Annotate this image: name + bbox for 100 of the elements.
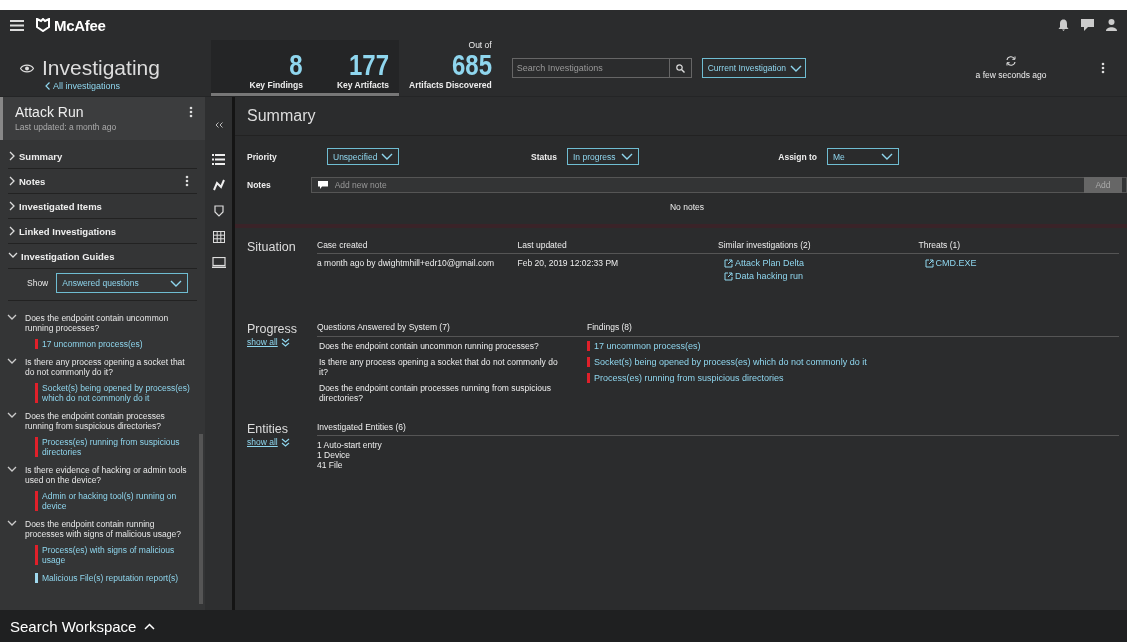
note-icon: [317, 181, 328, 189]
external-link-icon: [724, 258, 733, 268]
column-heading: Last updated: [517, 240, 718, 254]
finding-link[interactable]: 17 uncommon process(es): [594, 341, 701, 351]
field-label: Notes: [247, 180, 271, 190]
show-label: Show: [27, 278, 49, 288]
last-updated: Last updated: a month ago: [15, 122, 117, 132]
section-header[interactable]: Investigated Items: [8, 194, 197, 219]
more-icon[interactable]: [185, 175, 189, 187]
entity-count: 41 File: [317, 460, 344, 470]
search-workspace-label[interactable]: Search Workspace: [10, 617, 137, 635]
field-dropdown[interactable]: Unspecified: [327, 148, 399, 165]
investigation-title: Attack Run: [15, 104, 85, 120]
guide-question: Does the endpoint contain running processes with signs of malicious usage?: [25, 519, 182, 539]
chevron-left-icon: [45, 82, 50, 90]
guide-question: Does the endpoint contain uncommon running processes?: [25, 313, 170, 333]
column-heading: Findings (8): [587, 322, 1119, 337]
page-title: Investigating: [42, 56, 160, 80]
scope-dropdown[interactable]: Current Investigation: [701, 58, 806, 78]
section-label: Entities: [247, 422, 289, 436]
eye-icon: [20, 63, 34, 73]
section-header[interactable]: Investigation Guides: [8, 244, 197, 269]
menu-icon[interactable]: [10, 19, 24, 31]
finding-link[interactable]: Process(es) with signs of malicious usage: [42, 545, 195, 565]
guide-question: Is there evidence of hacking or admin tools used on the device?: [25, 465, 188, 485]
collapse-icon[interactable]: [214, 122, 223, 128]
logo-text: McAfee: [54, 16, 106, 34]
guide-question: Does the endpoint contain processes running from suspicious directories?: [25, 411, 166, 431]
show-all-link[interactable]: show all: [247, 337, 317, 347]
column-heading: Similar investigations (2): [718, 240, 919, 254]
finding-link[interactable]: Process(es) running from suspicious directories: [42, 437, 195, 457]
filter-dropdown[interactable]: Answered questions: [56, 273, 189, 293]
graph-icon[interactable]: [212, 179, 225, 191]
chat-icon[interactable]: [1081, 19, 1094, 31]
column-heading: Case created: [317, 240, 518, 254]
column-heading: Investigated Entities (6): [317, 422, 1119, 436]
stat-value: 8: [289, 50, 303, 80]
field-label: Priority: [247, 151, 278, 162]
refresh-icon[interactable]: [1006, 56, 1016, 66]
section-header[interactable]: Summary: [8, 144, 197, 169]
field-dropdown[interactable]: Me: [827, 148, 899, 165]
shield-icon[interactable]: [213, 205, 224, 217]
field-dropdown[interactable]: In progress: [567, 148, 639, 165]
external-link-icon: [724, 271, 733, 281]
section-header[interactable]: Notes: [8, 169, 197, 194]
grid-icon[interactable]: [212, 231, 225, 243]
caret-icon: [381, 153, 393, 160]
scrollbar-thumb[interactable]: [199, 434, 203, 604]
finding-link[interactable]: Process(es) running from suspicious directories: [594, 373, 784, 383]
stat-label: Artifacts Discovered: [409, 80, 492, 90]
guide-question: Is there any process opening a socket that do not commonly do it?: [25, 357, 186, 377]
section-label: Progress: [247, 322, 299, 336]
column-heading: Questions Answered by System (7): [317, 322, 587, 337]
caret-icon: [621, 153, 633, 160]
question-text: Does the endpoint contain uncommon running processes?: [318, 341, 540, 353]
entity-count: 1 Auto-start entry: [317, 440, 383, 450]
back-link[interactable]: All investigations: [45, 81, 211, 91]
search-button[interactable]: [669, 58, 692, 78]
column-heading: Threats (1): [918, 240, 1119, 254]
more-icon[interactable]: [1101, 62, 1105, 74]
list-icon[interactable]: [212, 154, 225, 165]
finding-link[interactable]: Socket(s) being opened by process(es) which do not commonly do it: [594, 357, 867, 367]
investigation-link[interactable]: CMD.EXE: [918, 258, 1119, 271]
monitor-icon[interactable]: [211, 257, 226, 268]
finding-link[interactable]: Socket(s) being opened by process(es) which do not commonly do it: [42, 383, 195, 403]
stat-label: Key Artifacts: [336, 80, 389, 90]
finding-link[interactable]: Malicious File(s) reputation report(s): [42, 573, 179, 583]
investigation-link[interactable]: Data hacking run: [718, 271, 919, 284]
stat-value: 685: [451, 50, 492, 80]
more-icon[interactable]: [189, 106, 193, 118]
user-icon[interactable]: [1106, 19, 1117, 31]
field-label: Status: [530, 151, 558, 162]
stat-value: 177: [348, 50, 389, 80]
entity-count: 1 Device: [317, 450, 352, 460]
double-chevron-icon: [280, 337, 290, 347]
finding-link[interactable]: Admin or hacking tool(s) running on device: [42, 491, 195, 511]
refresh-time: a few seconds ago: [975, 70, 1047, 80]
caret-icon: [881, 153, 893, 160]
investigation-link[interactable]: Attack Plan Delta: [718, 258, 919, 271]
bell-icon[interactable]: [1058, 19, 1069, 31]
search-field[interactable]: Search Investigations: [511, 58, 670, 78]
situation-value: a month ago by dwightmhill+edr10@gmail.com: [317, 258, 496, 270]
external-link-icon: [924, 258, 934, 268]
search-icon: [675, 63, 685, 73]
section-header[interactable]: Linked Investigations: [8, 219, 197, 244]
shield-logo-icon: [36, 18, 50, 32]
caret-icon: [790, 64, 803, 72]
stat-caption: Out of: [468, 40, 492, 50]
situation-value: Feb 20, 2019 12:02:33 PM: [517, 258, 620, 270]
caret-up-icon[interactable]: [144, 622, 156, 630]
empty-notes-text: No notes: [669, 202, 705, 212]
stat-label: Key Findings: [249, 80, 303, 90]
section-label: Situation: [247, 240, 297, 254]
finding-link[interactable]: 17 uncommon process(es): [42, 339, 143, 349]
question-text: Is there any process opening a socket that do not commonly do it?: [318, 357, 559, 379]
field-label: Assign to: [777, 151, 818, 162]
show-all-link[interactable]: show all: [247, 437, 317, 447]
question-text: Does the endpoint contain processes running from suspicious directories?: [318, 383, 552, 405]
caret-icon: [170, 279, 183, 287]
double-chevron-icon: [280, 437, 290, 447]
